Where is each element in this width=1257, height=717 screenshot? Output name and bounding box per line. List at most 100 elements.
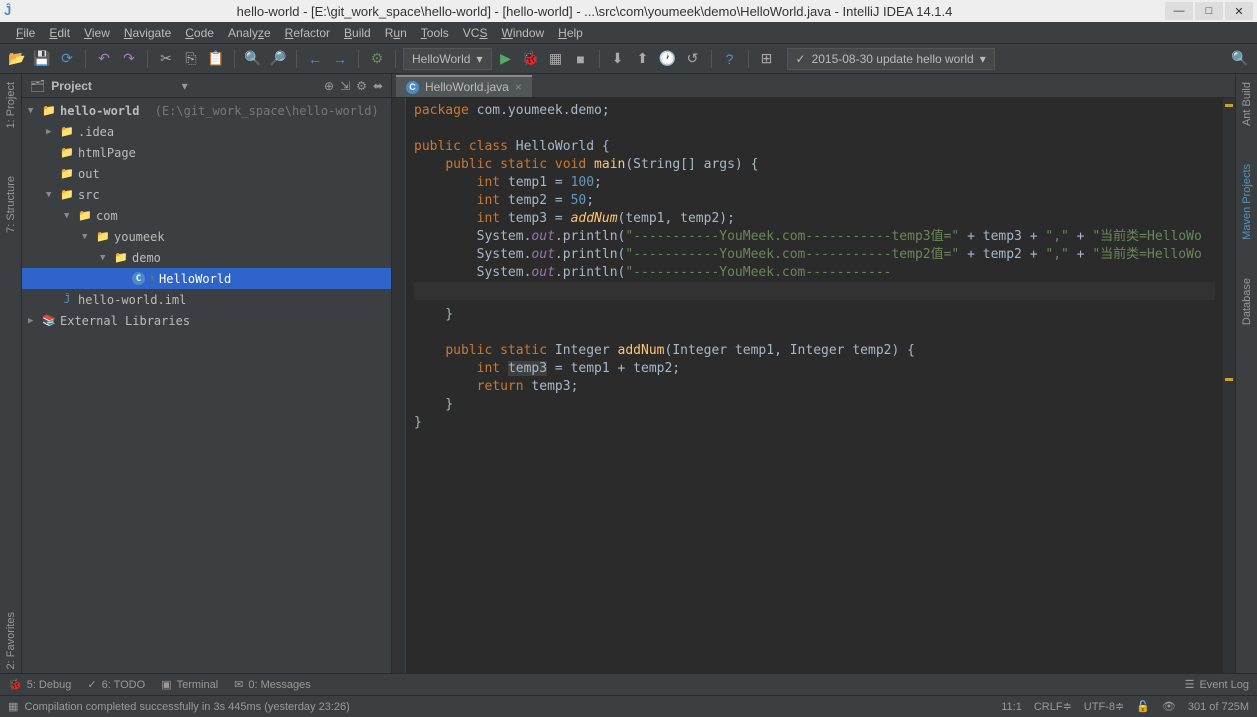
coverage-icon[interactable]: ▦ (545, 48, 567, 70)
line-separator[interactable]: CRLF≑ (1034, 700, 1072, 713)
menu-code[interactable]: Code (179, 24, 220, 42)
gear-icon[interactable]: ⚙ (356, 79, 367, 93)
run-config-label: HelloWorld (412, 52, 470, 66)
run-config-dropdown[interactable]: HelloWorld ▾ (403, 48, 492, 70)
bottom-tool-tabs: 🐞5: Debug ✓6: TODO ▣Terminal ✉0: Message… (0, 673, 1257, 695)
copy-icon[interactable]: ⎘ (180, 48, 202, 70)
tree-youmeek[interactable]: ▼📁youmeek (22, 226, 391, 247)
tree-root[interactable]: ▼📁 hello-world (E:\git_work_space\hello-… (22, 100, 391, 121)
project-icon: 🗂 (30, 79, 45, 93)
editor-area: C HelloWorld.java × package com.youmeek.… (392, 74, 1235, 673)
gutter-project[interactable]: 1: Project (5, 78, 17, 132)
debug-icon[interactable]: 🐞 (520, 48, 542, 70)
app-icon: Ĵ (4, 3, 20, 19)
back-icon[interactable]: ← (304, 48, 326, 70)
vcs-update-icon[interactable]: ⬇ (607, 48, 629, 70)
gutter-database[interactable]: Database (1241, 274, 1253, 329)
maximize-button[interactable]: □ (1195, 2, 1223, 20)
class-icon: C (406, 81, 419, 94)
close-button[interactable]: ✕ (1225, 2, 1253, 20)
stop-icon[interactable]: ■ (570, 48, 592, 70)
replace-icon[interactable]: 🔎 (267, 48, 289, 70)
caret-position: 11:1 (1001, 701, 1022, 713)
tree-src[interactable]: ▼📁src (22, 184, 391, 205)
menu-view[interactable]: View (78, 24, 116, 42)
menu-vcs[interactable]: VCS (457, 24, 494, 42)
tab-debug[interactable]: 🐞5: Debug (8, 678, 71, 691)
titlebar: Ĵ hello-world - [E:\git_work_space\hello… (0, 0, 1257, 22)
marker-bar[interactable] (1223, 98, 1235, 673)
menu-help[interactable]: Help (552, 24, 589, 42)
panel-title: Project (51, 79, 175, 93)
code-editor[interactable]: package com.youmeek.demo;public class He… (406, 98, 1223, 673)
lock-icon[interactable]: 🔓 (1136, 700, 1150, 713)
status-message: Compilation completed successfully in 3s… (25, 701, 1002, 713)
inspection-icon[interactable]: 👁 (1162, 700, 1176, 713)
menu-refactor[interactable]: Refactor (279, 24, 336, 42)
build-icon[interactable]: ⚙ (366, 48, 388, 70)
save-icon[interactable]: 💾 (31, 48, 53, 70)
gutter-maven[interactable]: Maven Projects (1241, 160, 1253, 244)
tab-messages[interactable]: ✉0: Messages (234, 678, 311, 691)
tab-label: HelloWorld.java (425, 80, 509, 94)
editor-gutter (392, 98, 406, 673)
gutter-favorites[interactable]: 2: Favorites (5, 608, 17, 673)
undo-icon[interactable]: ↶ (93, 48, 115, 70)
vcs-commit-icon[interactable]: ⬆ (632, 48, 654, 70)
vcs-revert-icon[interactable]: ↺ (682, 48, 704, 70)
vcs-branch-dropdown[interactable]: ✓ 2015-08-30 update hello world ▾ (787, 48, 995, 70)
collapse-icon[interactable]: ⊕ (324, 79, 334, 93)
tab-eventlog[interactable]: ☰Event Log (1185, 678, 1249, 691)
gutter-ant[interactable]: Ant Build (1241, 78, 1253, 130)
menu-build[interactable]: Build (338, 24, 377, 42)
toolbar: 📂 💾 ⟳ ↶ ↷ ✂ ⎘ 📋 🔍 🔎 ← → ⚙ HelloWorld ▾ ▶… (0, 44, 1257, 74)
minimize-button[interactable]: — (1165, 2, 1193, 20)
tree-demo[interactable]: ▼📁demo (22, 247, 391, 268)
tree-helloworld[interactable]: C↑HelloWorld (22, 268, 391, 289)
branch-icon: ✓ (796, 52, 806, 66)
status-window-icon[interactable]: ▦ (8, 700, 18, 713)
menu-analyze[interactable]: Analyze (222, 24, 277, 42)
file-encoding[interactable]: UTF-8≑ (1084, 700, 1124, 713)
menu-run[interactable]: Run (379, 24, 413, 42)
status-bar: ▦ Compilation completed successfully in … (0, 695, 1257, 717)
chevron-down-icon: ▾ (980, 52, 986, 66)
close-tab-icon[interactable]: × (515, 80, 522, 94)
tree-idea[interactable]: ▶📁.idea (22, 121, 391, 142)
vcs-message: 2015-08-30 update hello world (812, 52, 974, 66)
menu-tools[interactable]: Tools (415, 24, 455, 42)
tree-htmlpage[interactable]: 📁htmlPage (22, 142, 391, 163)
tab-terminal[interactable]: ▣Terminal (161, 678, 218, 691)
memory-indicator[interactable]: 301 of 725M (1188, 701, 1249, 713)
tree-iml[interactable]: Ĵhello-world.iml (22, 289, 391, 310)
run-icon[interactable]: ▶ (495, 48, 517, 70)
tree-com[interactable]: ▼📁com (22, 205, 391, 226)
sync-icon[interactable]: ⟳ (56, 48, 78, 70)
search-icon[interactable]: 🔍 (1229, 48, 1251, 70)
project-panel: 🗂 Project ▾ ⊕ ⇲ ⚙ ⬌ ▼📁 hello-world (E:\g… (22, 74, 392, 673)
tree-out[interactable]: 📁out (22, 163, 391, 184)
help-icon[interactable]: ? (719, 48, 741, 70)
structure-icon[interactable]: ⊞ (756, 48, 778, 70)
find-icon[interactable]: 🔍 (242, 48, 264, 70)
hide-icon[interactable]: ⬌ (373, 79, 383, 93)
tab-todo[interactable]: ✓6: TODO (87, 678, 145, 691)
menu-window[interactable]: Window (495, 24, 550, 42)
chevron-down-icon[interactable]: ▾ (182, 79, 188, 93)
vcs-history-icon[interactable]: 🕐 (657, 48, 679, 70)
tree-external[interactable]: ▶📚External Libraries (22, 310, 391, 331)
gutter-structure[interactable]: 7: Structure (5, 172, 17, 237)
forward-icon[interactable]: → (329, 48, 351, 70)
cut-icon[interactable]: ✂ (155, 48, 177, 70)
redo-icon[interactable]: ↷ (118, 48, 140, 70)
left-tool-gutter: 1: Project 7: Structure 2: Favorites (0, 74, 22, 673)
menu-edit[interactable]: Edit (43, 24, 76, 42)
menubar: File Edit View Navigate Code Analyze Ref… (0, 22, 1257, 44)
paste-icon[interactable]: 📋 (205, 48, 227, 70)
scroll-from-icon[interactable]: ⇲ (340, 79, 350, 93)
open-icon[interactable]: 📂 (6, 48, 28, 70)
menu-navigate[interactable]: Navigate (118, 24, 177, 42)
project-tree[interactable]: ▼📁 hello-world (E:\git_work_space\hello-… (22, 98, 391, 673)
editor-tab[interactable]: C HelloWorld.java × (396, 75, 532, 97)
menu-file[interactable]: File (10, 24, 41, 42)
